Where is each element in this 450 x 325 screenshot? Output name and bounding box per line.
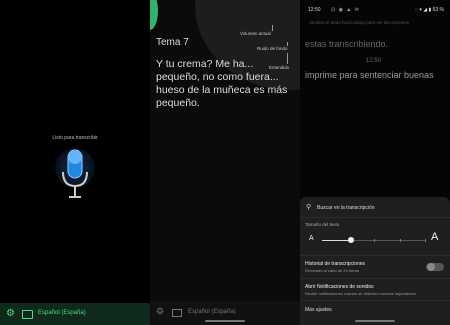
transcript-line: estas transcribiendo. (305, 39, 389, 49)
topic-title: Tema 7 (156, 37, 189, 48)
notification-icons: ⊡ ◉ ▲ ✉ (331, 7, 360, 13)
text-size-label: Tamaño del texto (305, 222, 340, 227)
indicator-dot (150, 0, 158, 30)
language-selector[interactable]: Español (España) (188, 309, 236, 315)
slider-tick (374, 239, 375, 242)
slider-tick (425, 239, 426, 242)
hint-text: Desliza el dedo hacia abajo para ver las… (310, 20, 410, 25)
home-indicator[interactable] (355, 320, 395, 322)
gear-icon[interactable]: ⚙ (156, 306, 164, 317)
bottom-bar: ⚙ Español (España) (0, 303, 150, 325)
language-selector[interactable]: Español (España) (38, 310, 86, 316)
callout-volume: Volumen actual (240, 31, 271, 36)
callout-line (287, 53, 288, 64)
callout-noise: Ruido de fondo (257, 46, 288, 51)
toggle-knob (427, 263, 435, 271)
slider-thumb[interactable] (348, 237, 354, 243)
slider-fill (322, 240, 350, 241)
panel-settings: 12:50 ⊡ ◉ ▲ ✉ ◌ ▾ ◢ ▮ 63 % Desliza el de… (300, 0, 450, 325)
callout-line (272, 25, 273, 31)
microphone-icon[interactable] (60, 148, 90, 200)
history-toggle[interactable] (426, 263, 444, 271)
panel-transcript: Tema 7 Y tu crema? Me ha... pequeño, no … (150, 0, 300, 325)
panel-ready: Listo para transcribir ⚙ Español (España… (0, 0, 150, 325)
text-size-small-icon: A (309, 235, 314, 242)
divider (300, 255, 450, 256)
divider (300, 217, 450, 218)
sound-notifications-subtitle: Recibe notificaciones cuando se detecten… (305, 291, 416, 296)
transcript-timestamp: 12:50 (366, 58, 382, 64)
text-size-large-icon: A (431, 231, 439, 243)
history-subtitle: Eliminado al cabo de 24 horas (305, 268, 359, 273)
gear-icon[interactable]: ⚙ (6, 308, 15, 319)
sound-notifications-link[interactable]: Abrir Notificaciones de sonidos (305, 284, 374, 290)
home-indicator[interactable] (205, 320, 245, 322)
status-bar: 12:50 ⊡ ◉ ▲ ✉ ◌ ▾ ◢ ▮ 63 % (300, 6, 450, 16)
history-title: Historial de transcripciones (305, 261, 366, 267)
transcript-line: imprime para sentenciar buenas (305, 70, 434, 80)
search-label: Buscar en la transcripción (317, 205, 375, 211)
callout-understood: Entendido (269, 65, 290, 70)
keyboard-icon[interactable] (172, 309, 182, 317)
search-icon: ⚲ (306, 204, 312, 211)
keyboard-icon[interactable] (22, 310, 33, 319)
divider (300, 300, 450, 301)
more-settings-link[interactable]: Más ajustes (305, 307, 332, 313)
ready-label: Listo para transcribir (52, 135, 98, 141)
battery-status: ◌ ▾ ◢ ▮ 63 % (414, 7, 444, 13)
status-time: 12:50 (308, 7, 321, 13)
divider (300, 278, 450, 279)
callout-line (287, 42, 288, 46)
search-transcript-button[interactable]: ⚲ Buscar en la transcripción (300, 200, 450, 216)
slider-tick (400, 239, 401, 242)
settings-sheet: ⚲ Buscar en la transcripción Tamaño del … (300, 197, 450, 325)
